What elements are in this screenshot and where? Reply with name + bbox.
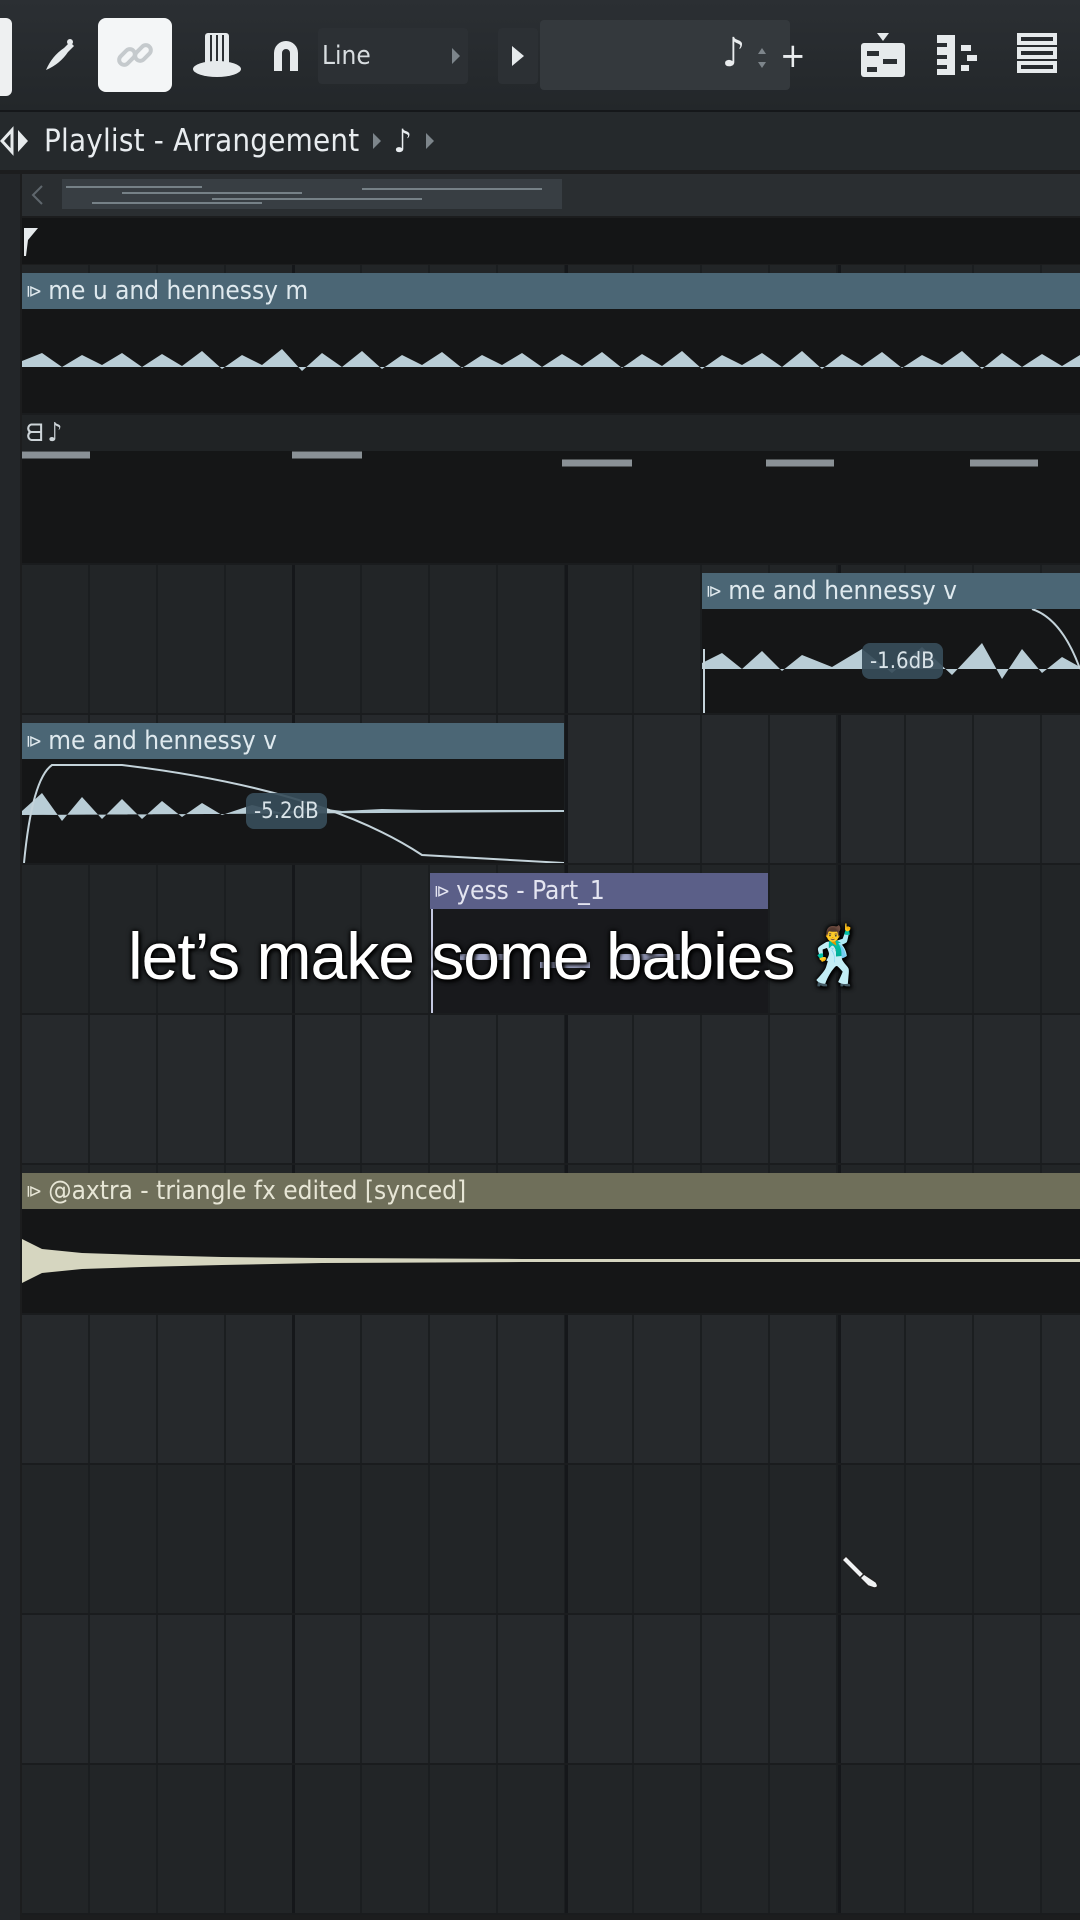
clip-menu-icon[interactable]: ⧐ (26, 731, 42, 752)
audio-clip[interactable]: ⧐ me and hennessy v -5.2dB (22, 723, 564, 863)
stamp-icon[interactable] (22, 18, 96, 92)
automation-icon[interactable]: ᗺ (26, 419, 43, 447)
clip-name: yess - Part_1 (456, 876, 605, 906)
caption-text: let’s make some babies (128, 919, 795, 993)
volume-badge[interactable]: -5.2dB (246, 793, 327, 829)
track-row[interactable]: ⧐ me u and hennessy m (22, 265, 1080, 415)
magnet-icon[interactable] (258, 18, 314, 92)
playlist-tracks[interactable]: ⧐ me u and hennessy m ᗺ ♪ ⧐ me and henne… (22, 265, 1080, 1920)
playhead-marker[interactable] (22, 226, 40, 258)
clip-menu-icon[interactable]: ⧐ (26, 1181, 42, 1202)
clip-menu-icon[interactable]: ⧐ (26, 281, 42, 302)
automation-note: ♪ (47, 418, 63, 448)
add-pattern-button[interactable]: + (780, 36, 806, 76)
clip-name: me and hennessy v (728, 576, 958, 606)
note-icon[interactable]: ♪ (393, 122, 411, 160)
track-row[interactable] (22, 1015, 1080, 1165)
toolbar-edge-button[interactable] (0, 18, 12, 96)
pattern-selector[interactable] (540, 20, 790, 90)
clip-menu-icon[interactable]: ⧐ (434, 881, 450, 902)
chevron-right-icon (452, 48, 460, 64)
track-header-column[interactable] (0, 174, 20, 1920)
audio-clip[interactable]: ⧐ me and hennessy v -1.6dB (702, 573, 1080, 713)
track-row[interactable] (22, 1615, 1080, 1765)
pattern-icon[interactable] (846, 18, 920, 92)
dancer-emoji: 🕺 (800, 924, 870, 987)
paint-brush-cursor-icon (842, 1554, 879, 1589)
track-row[interactable]: ⧐ @axtra - triangle fx edited [synced] (22, 1165, 1080, 1315)
automation-clip[interactable]: ᗺ ♪ (22, 415, 1080, 563)
link-icon[interactable] (98, 18, 172, 92)
mixer-icon[interactable] (1000, 18, 1074, 92)
audio-clip[interactable]: ⧐ @axtra - triangle fx edited [synced] (22, 1173, 1080, 1313)
play-button[interactable] (498, 28, 538, 84)
chevron-right-icon[interactable] (424, 131, 436, 151)
note-icon[interactable]: ♪ (722, 30, 745, 76)
timeline-ruler[interactable] (22, 218, 1080, 264)
play-icon (512, 46, 524, 66)
playlist-titlebar: Playlist - Arrangement ♪ (0, 112, 1080, 170)
hat-icon[interactable] (180, 18, 254, 92)
clip-name: me u and hennessy m (48, 276, 309, 306)
snap-select[interactable]: Line (318, 28, 468, 84)
track-row[interactable] (22, 1465, 1080, 1615)
chevron-left-icon[interactable] (30, 184, 44, 206)
audio-clip[interactable]: ⧐ me u and hennessy m (22, 273, 1080, 413)
toolbar: Line ♪ + (0, 0, 1080, 112)
volume-badge[interactable]: -1.6dB (862, 643, 943, 679)
track-row[interactable]: ⧐ me and hennessy v -1.6dB (22, 565, 1080, 715)
waveform (22, 1239, 1080, 1283)
track-row[interactable]: ⧐ me and hennessy v -5.2dB (22, 715, 1080, 865)
overview-strip[interactable] (22, 174, 1080, 216)
clip-name: me and hennessy v (48, 726, 278, 756)
clip-menu-icon[interactable]: ⧐ (706, 581, 722, 602)
piano-roll-icon[interactable] (922, 18, 996, 92)
waveform (22, 349, 1080, 371)
chevron-right-icon[interactable] (371, 131, 383, 151)
stepper-icon[interactable] (756, 44, 768, 72)
automation-curve (22, 451, 1038, 467)
track-row[interactable] (22, 1315, 1080, 1465)
video-caption: let’s make some babies 🕺 (128, 918, 870, 994)
track-row[interactable] (22, 1765, 1080, 1915)
page-title: Playlist - Arrangement (44, 123, 360, 159)
window-arrows-icon[interactable] (0, 126, 34, 156)
overview-scrollbar[interactable] (62, 179, 562, 209)
snap-label: Line (322, 41, 371, 71)
clip-name: @axtra - triangle fx edited [synced] (48, 1176, 467, 1206)
track-row[interactable]: ᗺ ♪ (22, 415, 1080, 565)
